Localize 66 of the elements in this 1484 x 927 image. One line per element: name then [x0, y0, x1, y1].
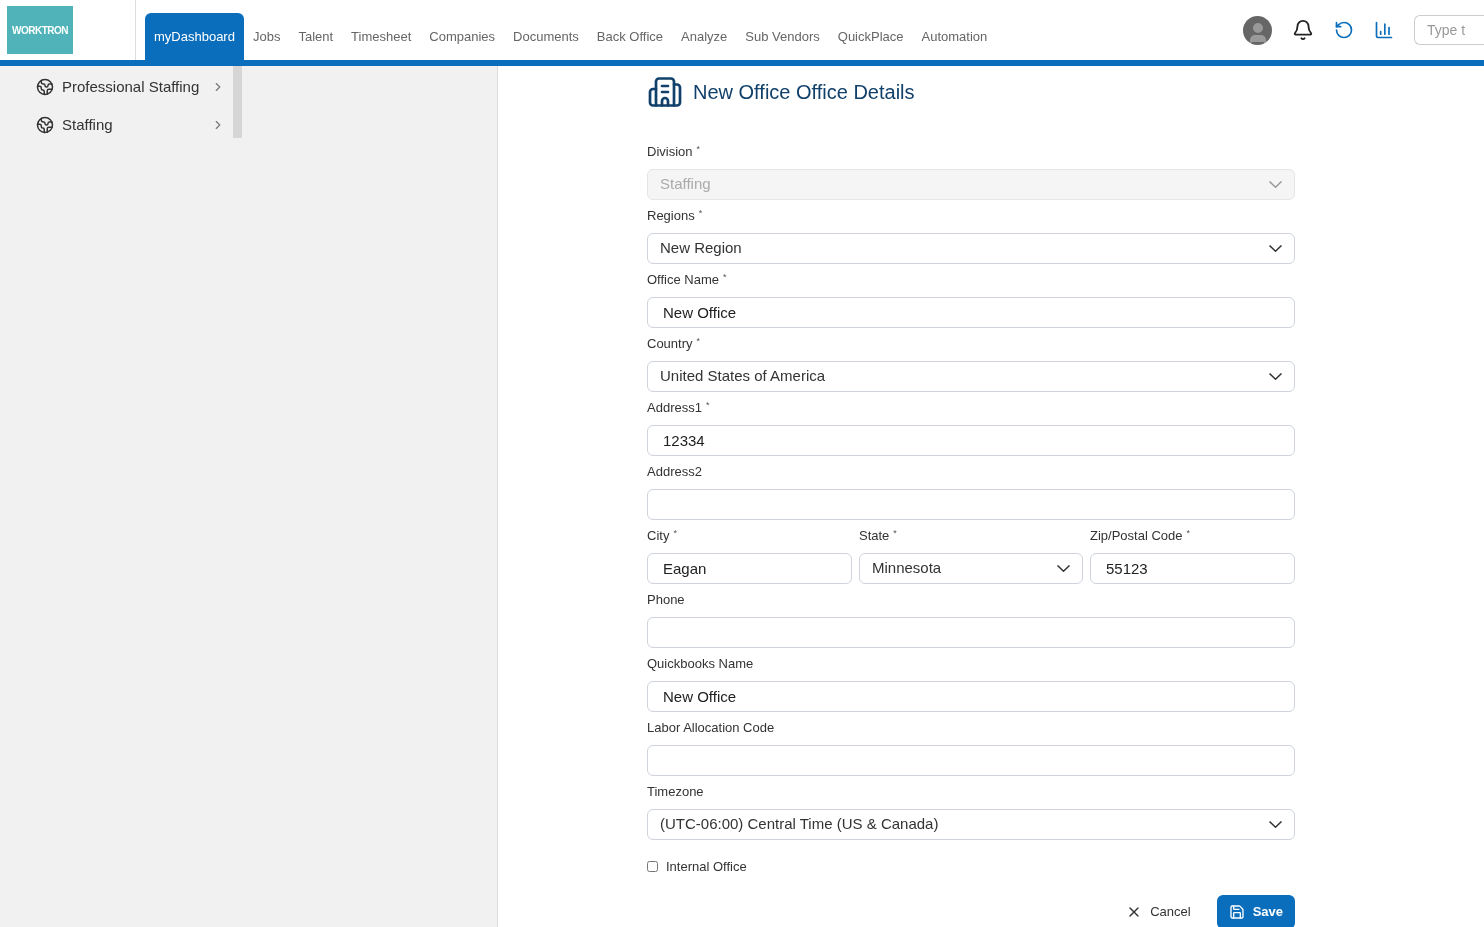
input-field[interactable]: New Office	[647, 681, 1295, 712]
cancel-button[interactable]: Cancel	[1126, 901, 1191, 922]
notification-bell-icon[interactable]	[1292, 19, 1314, 41]
save-icon	[1228, 903, 1245, 920]
chevron-down-icon	[1269, 181, 1282, 188]
input-field[interactable]	[647, 617, 1295, 648]
search-field[interactable]: Type t	[1414, 15, 1484, 45]
input-field[interactable]	[647, 745, 1295, 776]
field-label: Office Name	[647, 271, 719, 290]
nav-tab[interactable]: Timesheet	[342, 13, 421, 60]
chevron-down-icon	[1057, 565, 1070, 572]
chevron-down-icon	[1269, 245, 1282, 252]
required-asterisk: *	[705, 399, 710, 412]
required-asterisk: *	[723, 271, 727, 284]
select-field[interactable]: United States of America	[647, 361, 1295, 392]
select-field[interactable]: Minnesota	[859, 553, 1083, 584]
globe-icon	[36, 78, 54, 96]
required-asterisk: *	[673, 527, 677, 540]
field-label: Address1	[647, 399, 702, 418]
sidebar-item[interactable]: Staffing	[36, 106, 225, 144]
nav-tab[interactable]: Documents	[504, 13, 588, 60]
building-icon	[647, 74, 683, 110]
field-label: Timezone	[647, 783, 704, 802]
nav-tab[interactable]: myDashboard	[145, 13, 244, 60]
field-label: Labor Allocation Code	[647, 719, 775, 738]
nav-tab[interactable]: QuickPlace	[828, 13, 913, 60]
input-field[interactable]	[647, 489, 1295, 520]
required-asterisk: *	[696, 335, 701, 348]
field-label: Phone	[647, 591, 685, 610]
page-title: New Office Office Details	[693, 80, 915, 105]
input-field[interactable]: Eagan	[647, 553, 852, 584]
chevron-down-icon	[1269, 821, 1282, 828]
checkbox[interactable]	[647, 861, 658, 873]
globe-icon	[36, 116, 54, 134]
input-field[interactable]: 12334	[647, 425, 1295, 456]
refresh-icon[interactable]	[1334, 20, 1354, 40]
nav-tab[interactable]: Companies	[420, 13, 505, 60]
field-label: Address2	[647, 463, 702, 482]
required-asterisk: *	[1186, 527, 1190, 540]
field-label: Division	[647, 143, 693, 162]
nav-tab[interactable]: Jobs	[243, 13, 290, 60]
field-label: Quickbooks Name	[647, 655, 754, 674]
field-label: State	[859, 527, 890, 546]
select-field[interactable]: (UTC-06:00) Central Time (US & Canada)	[647, 809, 1295, 840]
nav-tab[interactable]: Back Office	[587, 13, 673, 60]
field-label: Zip/Postal Code	[1090, 527, 1183, 546]
field-label: City	[647, 527, 670, 546]
save-button[interactable]: Save	[1216, 894, 1295, 927]
nav-tab[interactable]: Analyze	[672, 13, 737, 60]
input-field[interactable]: New Office	[647, 297, 1295, 328]
required-asterisk: *	[696, 143, 701, 156]
required-asterisk: *	[893, 527, 897, 540]
field-label: Regions	[647, 207, 695, 226]
nav-tab[interactable]: Automation	[912, 13, 997, 60]
scrollbar[interactable]	[233, 66, 242, 138]
nav-tab[interactable]: Sub Vendors	[736, 13, 829, 60]
select-field[interactable]: New Region	[647, 233, 1295, 264]
chevron-down-icon	[1269, 373, 1282, 380]
field-label: Country	[647, 335, 693, 354]
input-field[interactable]: 55123	[1090, 553, 1295, 584]
nav-tab[interactable]: Talent	[289, 13, 343, 60]
avatar[interactable]	[1243, 15, 1272, 45]
required-asterisk: *	[698, 207, 703, 220]
checkbox-label: Internal Office	[666, 858, 747, 876]
sidebar-item[interactable]: Professional Staffing	[36, 68, 225, 106]
bar-chart-icon[interactable]	[1374, 20, 1394, 40]
